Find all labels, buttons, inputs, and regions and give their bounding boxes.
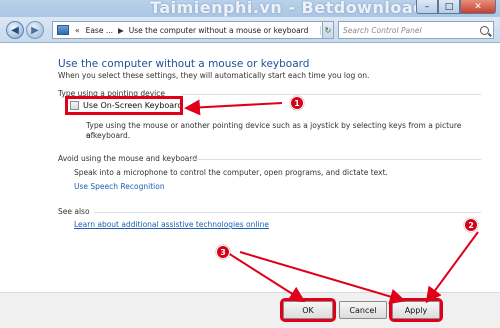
close-button[interactable]: ✕ — [460, 0, 496, 14]
forward-button[interactable]: ▶ — [26, 21, 44, 39]
section-divider — [190, 159, 481, 160]
assistive-technologies-link[interactable]: Learn about additional assistive technol… — [74, 220, 269, 229]
refresh-icon[interactable]: ↻ — [322, 21, 334, 39]
search-icon[interactable] — [480, 25, 489, 35]
breadcrumb-overflow[interactable]: « — [72, 26, 83, 35]
window-controls: – □ ✕ — [416, 0, 496, 14]
annotation-badge-3: 3 — [216, 245, 230, 259]
page-subtitle: When you select these settings, they wil… — [58, 71, 370, 80]
search-placeholder: Search Control Panel — [343, 25, 422, 35]
watermark-text: Taimienphi.vn - Betdownload — [150, 0, 426, 17]
address-bar[interactable]: « Ease ... ▶ Use the computer without a … — [52, 21, 334, 39]
page-title: Use the computer without a mouse or keyb… — [58, 58, 310, 70]
back-button[interactable]: ◀ — [6, 21, 24, 39]
breadcrumb-current[interactable]: Use the computer without a mouse or keyb… — [126, 26, 312, 35]
section-heading-see-also: See also — [58, 207, 90, 216]
highlight-checkbox-box — [65, 96, 183, 115]
apply-button[interactable]: Apply — [389, 298, 443, 322]
minimize-button[interactable]: – — [416, 0, 438, 14]
annotation-badge-2: 2 — [464, 218, 478, 232]
breadcrumb-ease-of-access[interactable]: Ease ... — [83, 26, 116, 35]
pointing-description-line2: a keyboard. — [86, 131, 131, 140]
search-input[interactable]: Search Control Panel — [338, 21, 494, 39]
control-panel-icon — [57, 25, 69, 35]
button-bar: OK Cancel Apply — [0, 292, 500, 328]
annotation-badge-1: 1 — [290, 96, 304, 110]
breadcrumb-separator-icon: ▶ — [118, 25, 124, 35]
speech-recognition-link[interactable]: Use Speech Recognition — [74, 182, 165, 191]
cancel-button[interactable]: Cancel — [339, 301, 387, 319]
avoid-description: Speak into a microphone to control the c… — [74, 168, 388, 177]
section-divider — [94, 212, 481, 213]
section-divider — [181, 94, 481, 95]
ok-button[interactable]: OK — [280, 298, 336, 322]
navigation-bar: ◀ ▶ « Ease ... ▶ Use the computer withou… — [0, 17, 500, 43]
section-heading-avoid: Avoid using the mouse and keyboard — [58, 154, 198, 163]
main-content: Use the computer without a mouse or keyb… — [0, 44, 500, 292]
maximize-button[interactable]: □ — [438, 0, 460, 14]
